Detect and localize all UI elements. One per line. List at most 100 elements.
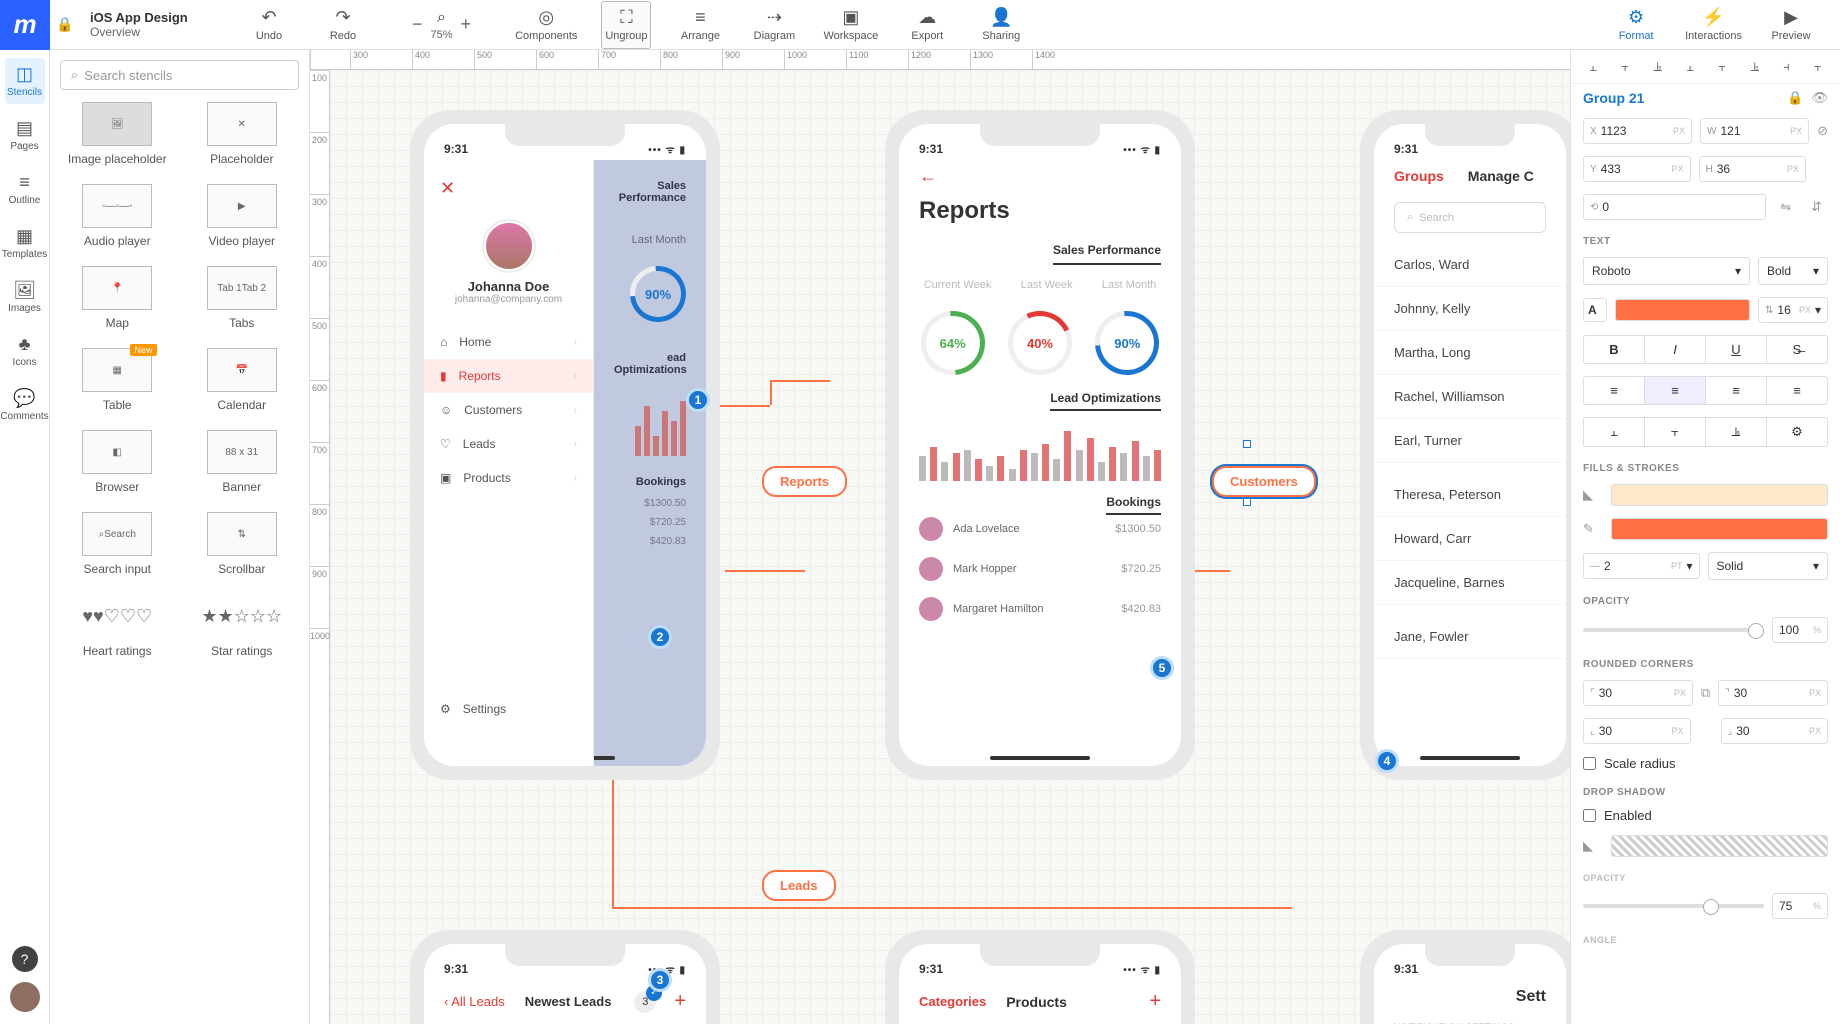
add-icon[interactable]: + (674, 990, 686, 1013)
stroke-icon[interactable]: ✎ (1583, 521, 1603, 537)
customer-item[interactable]: Carlos, Ward (1374, 243, 1566, 287)
align-right-button[interactable]: ≡ (1706, 377, 1767, 404)
export-button[interactable]: ☁Export (902, 1, 952, 49)
stencil-tabs[interactable]: Tab 1 Tab 2Tabs (185, 266, 300, 330)
components-button[interactable]: ◎Components (515, 1, 577, 49)
stencil-heart-ratings[interactable]: ♥♥♡♡♡Heart ratings (60, 594, 175, 658)
rotation-input[interactable]: ⟲0 (1583, 194, 1766, 220)
menu-settings[interactable]: ⚙Settings (424, 692, 593, 726)
menu-home[interactable]: ⌂Home› (424, 325, 593, 359)
stencil-star-ratings[interactable]: ★★☆☆☆Star ratings (185, 594, 300, 658)
valign-middle-button[interactable]: ⫟ (1645, 418, 1706, 446)
visibility-icon[interactable]: 👁 (1811, 90, 1828, 106)
lock-icon[interactable]: 🔒 (50, 16, 80, 33)
stroke-width-input[interactable]: —2PT▾ (1583, 553, 1700, 579)
rail-outline[interactable]: ≡Outline (5, 166, 45, 212)
stencil-banner[interactable]: 88 x 31Banner (185, 430, 300, 494)
corner-tl-input[interactable]: ⌜30PX (1583, 680, 1693, 706)
interactions-button[interactable]: ⚡Interactions (1685, 1, 1742, 49)
corner-bl-input[interactable]: ⌞30PX (1583, 718, 1691, 744)
close-icon[interactable]: ✕ (424, 170, 593, 207)
booking-row[interactable]: Margaret Hamilton$420.83 (899, 589, 1181, 629)
workspace-button[interactable]: ▣Workspace (823, 1, 878, 49)
distribute-h-icon[interactable]: ⫞ (1783, 59, 1790, 75)
customer-item[interactable]: Jacqueline, Barnes (1374, 561, 1566, 605)
stencil-map[interactable]: 📍Map (60, 266, 175, 330)
hotspot-5[interactable]: 5 (1150, 656, 1174, 680)
stencil-placeholder[interactable]: ✕Placeholder (185, 102, 300, 166)
rail-icons[interactable]: ♣Icons (5, 328, 45, 374)
redo-button[interactable]: ↷Redo (318, 1, 368, 49)
stencil-scrollbar[interactable]: ⇅Scrollbar (185, 512, 300, 576)
back-link[interactable]: ‹ All Leads (444, 994, 505, 1009)
stroke-color-swatch[interactable] (1611, 518, 1828, 540)
menu-reports[interactable]: ▮Reports‹ (424, 359, 593, 393)
hotspot-3[interactable]: 3 (648, 968, 672, 992)
rail-comments[interactable]: 💬Comments (5, 382, 45, 428)
valign-bottom-button[interactable]: ⫡ (1706, 418, 1767, 446)
flip-v-icon[interactable]: ⇵ (1805, 199, 1828, 215)
flow-label-leads[interactable]: Leads (762, 870, 836, 901)
zoom-in-button[interactable]: + (461, 14, 472, 35)
font-weight-select[interactable]: Bold▾ (1758, 257, 1828, 285)
sharing-button[interactable]: 👤Sharing (976, 1, 1026, 49)
doc-title-block[interactable]: iOS App Design Overview (80, 10, 220, 39)
ungroup-button[interactable]: ⛶Ungroup (601, 1, 651, 49)
mockup-reports[interactable]: 9:31••• ᯤ ▮ ← Reports Sales Performance … (885, 110, 1195, 780)
format-button[interactable]: ⚙Format (1611, 1, 1661, 49)
hotspot-4[interactable]: 4 (1375, 749, 1399, 773)
align-center-button[interactable]: ≡ (1645, 377, 1706, 404)
selection-name[interactable]: Group 21 (1583, 90, 1779, 106)
fill-icon[interactable]: ◣ (1583, 487, 1603, 503)
flow-label-customers[interactable]: Customers (1212, 466, 1316, 497)
bold-button[interactable]: B (1584, 336, 1645, 363)
help-button[interactable]: ? (12, 946, 38, 972)
hotspot-1[interactable]: 1 (686, 388, 710, 412)
lock-aspect-icon[interactable]: ⊘ (1817, 123, 1828, 139)
distribute-v-icon[interactable]: ⫟ (1814, 59, 1822, 75)
valign-top-button[interactable]: ⫠ (1584, 418, 1645, 446)
shadow-color-icon[interactable]: ◣ (1583, 838, 1603, 854)
customer-item[interactable]: Theresa, Peterson (1374, 473, 1566, 517)
shadow-enabled-checkbox[interactable] (1583, 809, 1596, 822)
hotspot-2[interactable]: 2 (648, 625, 672, 649)
corner-tr-input[interactable]: ⌝30PX (1718, 680, 1828, 706)
italic-button[interactable]: I (1645, 336, 1706, 363)
align-right-icon[interactable]: ⫡ (1653, 59, 1662, 75)
diagram-button[interactable]: ⇢Diagram (749, 1, 799, 49)
stencil-browser[interactable]: ◧Browser (60, 430, 175, 494)
rail-stencils[interactable]: ◫Stencils (5, 58, 45, 104)
align-left-button[interactable]: ≡ (1584, 377, 1645, 404)
underline-button[interactable]: U (1706, 336, 1767, 363)
menu-customers[interactable]: ☺Customers› (424, 393, 593, 427)
mockup-customers[interactable]: 9:31 GroupsManage C ⌕Search Carlos, Ward… (1360, 110, 1570, 780)
customer-item[interactable]: Martha, Long (1374, 331, 1566, 375)
stroke-style-select[interactable]: Solid▾ (1708, 552, 1829, 580)
customer-item[interactable]: Johnny, Kelly (1374, 287, 1566, 331)
rail-images[interactable]: 🖼Images (5, 274, 45, 320)
customer-item[interactable]: Jane, Fowler (1374, 615, 1566, 659)
font-family-select[interactable]: Roboto▾ (1583, 257, 1750, 285)
align-bottom-icon[interactable]: ⫡ (1750, 59, 1759, 75)
stencil-video-player[interactable]: ▶Video player (185, 184, 300, 248)
opacity-input[interactable]: 100% (1772, 617, 1828, 643)
menu-products[interactable]: ▣Products› (424, 461, 593, 495)
lock-icon[interactable]: 🔒 (1787, 90, 1803, 106)
scale-radius-checkbox[interactable] (1583, 757, 1596, 770)
rail-pages[interactable]: ▤Pages (5, 112, 45, 158)
align-center-h-icon[interactable]: ⫟ (1621, 59, 1629, 75)
menu-leads[interactable]: ♡Leads› (424, 427, 593, 461)
y-input[interactable]: Y433PX (1583, 156, 1691, 182)
fill-color-swatch[interactable] (1611, 484, 1828, 506)
customer-item[interactable]: Howard, Carr (1374, 517, 1566, 561)
x-input[interactable]: X1123PX (1583, 118, 1692, 144)
booking-row[interactable]: Ada Lovelace$1300.50 (899, 509, 1181, 549)
text-settings-button[interactable]: ⚙ (1767, 418, 1827, 446)
stencil-search-input[interactable]: ⌕ SearchSearch input (60, 512, 175, 576)
shadow-opacity-slider[interactable] (1583, 904, 1764, 908)
text-color-button[interactable]: A (1583, 298, 1607, 322)
stencil-audio-player[interactable]: ◦—◦—◦Audio player (60, 184, 175, 248)
link-corners-icon[interactable]: ⧉ (1701, 685, 1710, 701)
mockup-leads[interactable]: 9:31••• ᯤ ▮ ‹ All Leads Newest Leads 3 ✓… (410, 930, 720, 1024)
mockup-sidebar-menu[interactable]: 9:31••• ᯤ ▮ Sales Performance Last Month… (410, 110, 720, 780)
